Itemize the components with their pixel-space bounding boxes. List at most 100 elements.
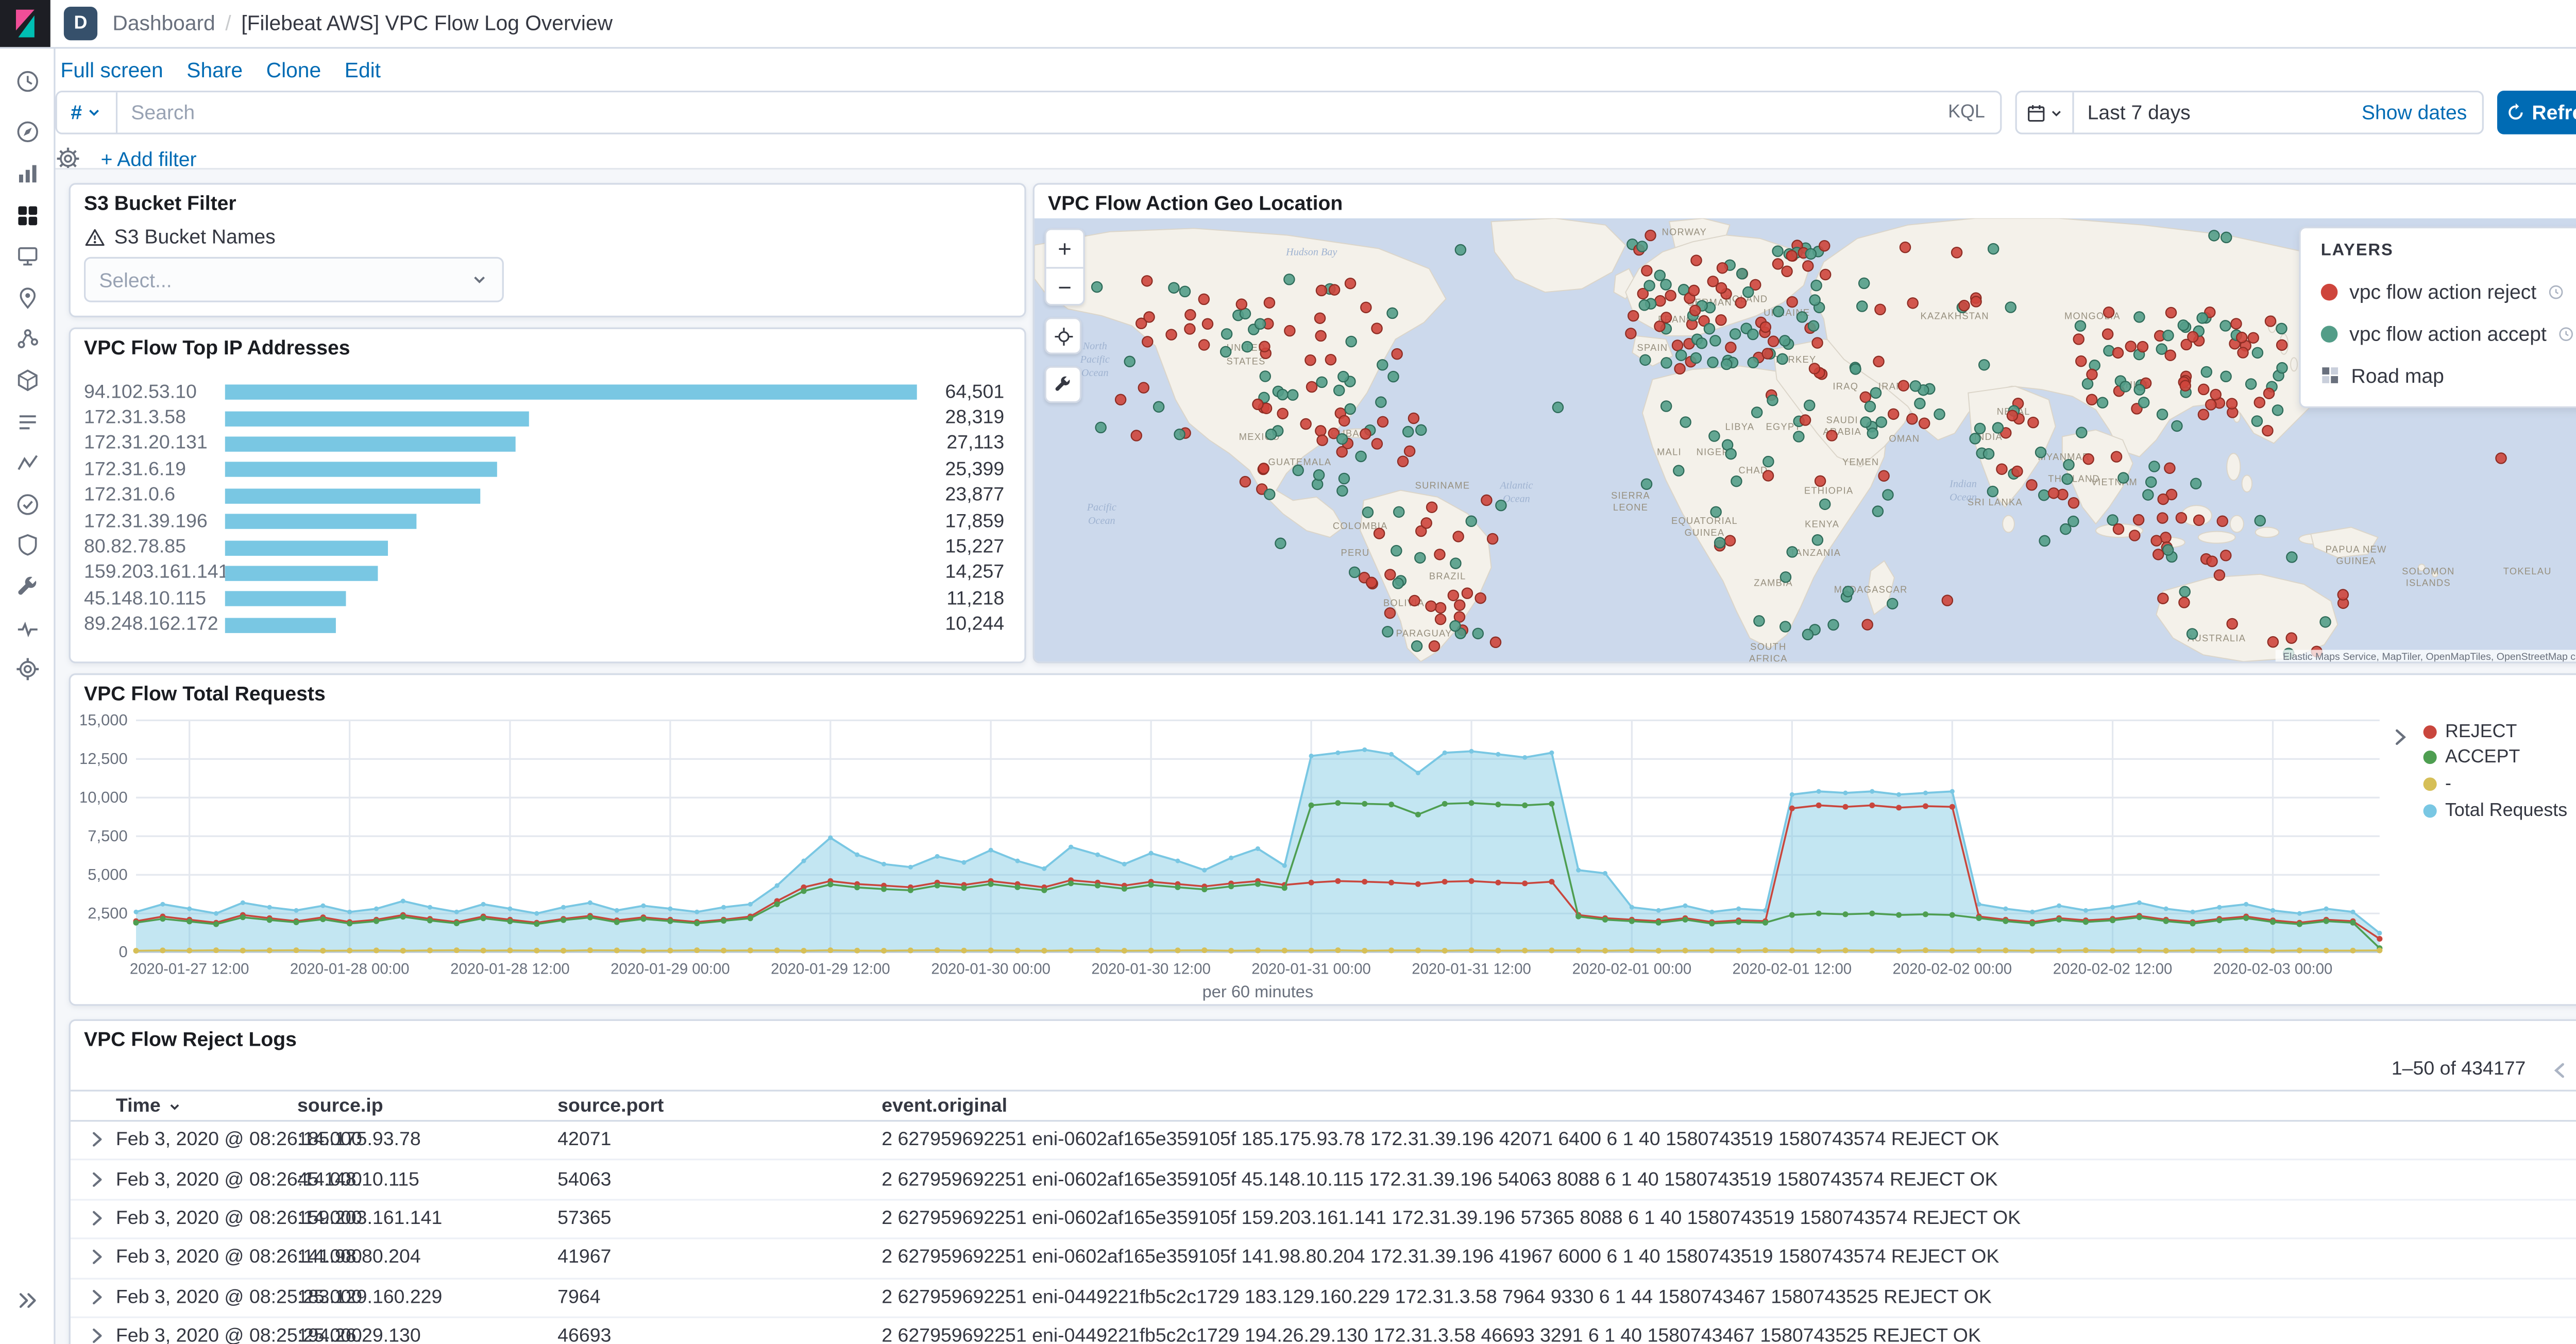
road-map-icon: [2322, 367, 2338, 383]
expand-row-button[interactable]: [84, 1247, 108, 1270]
maps-icon[interactable]: [5, 277, 49, 318]
svg-text:ISLANDS: ISLANDS: [2406, 577, 2451, 588]
bar-row: 172.31.0.6 23,877: [84, 483, 1004, 508]
bar-category-label: 45.148.10.115: [83, 589, 206, 609]
legend-item[interactable]: Total Requests 1,226: [2423, 797, 2576, 824]
refresh-button[interactable]: Refresh: [2497, 91, 2576, 134]
layer-item[interactable]: vpc flow action accept: [2301, 312, 2576, 354]
map-attribution: Elastic Maps Service, MapTiler, OpenMapT…: [2276, 650, 2576, 662]
app-header: D Dashboard / [Filebeat AWS] VPC Flow Lo…: [0, 0, 2576, 49]
bar[interactable]: [225, 488, 481, 504]
svg-text:AFRICA: AFRICA: [1749, 653, 1788, 663]
svg-text:Ocean: Ocean: [1081, 367, 1109, 379]
apm-icon[interactable]: [5, 442, 49, 483]
column-header-time[interactable]: Time: [116, 1096, 297, 1116]
chevron-down-icon: [474, 276, 485, 284]
expand-row-button[interactable]: [84, 1286, 108, 1309]
svg-text:ETHIOPIA: ETHIOPIA: [1804, 485, 1854, 496]
dev-tools-icon[interactable]: [5, 566, 49, 607]
calendar-icon: [2028, 104, 2045, 121]
total-requests-chart[interactable]: 0 2,500 5,000 7,500 10,000 12,500 15,000 2020-0…: [80, 712, 2418, 1006]
management-icon[interactable]: [5, 649, 49, 690]
bar-row: 159.203.161.141 14,257: [84, 560, 1004, 586]
svg-text:5,000: 5,000: [88, 865, 127, 883]
bar[interactable]: [225, 540, 388, 555]
geo-location-panel: VPC Flow Action Geo Location NORWAY STAT…: [1032, 183, 2576, 664]
search-input[interactable]: [117, 92, 1948, 133]
total-requests-panel: VPC Flow Total Requests 0 2,500 5,000 7,500…: [69, 673, 2576, 1006]
expand-row-button[interactable]: [84, 1168, 108, 1192]
collapse-legend-icon[interactable]: [2388, 725, 2412, 749]
svg-text:2020-01-31 12:00: 2020-01-31 12:00: [1412, 961, 1531, 978]
zoom-in-button[interactable]: +: [1046, 230, 1083, 267]
previous-page-icon[interactable]: [2543, 1053, 2576, 1086]
saved-query-menu-button[interactable]: #: [57, 92, 118, 133]
cell-source-ip: 45.148.10.115: [297, 1169, 419, 1190]
cell-time: Feb 3, 2020 @ 08:25:25.000: [115, 1326, 362, 1344]
svg-text:IRAQ: IRAQ: [1833, 381, 1858, 392]
svg-text:12,500: 12,500: [80, 750, 127, 768]
column-header-event-original[interactable]: event.original: [882, 1096, 2576, 1116]
show-dates-button[interactable]: Show dates: [2362, 101, 2482, 125]
recently-viewed-icon[interactable]: [5, 60, 49, 101]
bar[interactable]: [225, 566, 378, 581]
svg-text:VIETNAM: VIETNAM: [2091, 477, 2138, 487]
add-filter-button[interactable]: + Add filter: [101, 147, 197, 171]
expand-row-button[interactable]: [84, 1207, 108, 1231]
svg-text:SOUTH: SOUTH: [1750, 641, 1786, 652]
map-tools-button[interactable]: [1044, 366, 1082, 403]
layer-item[interactable]: Road map: [2301, 354, 2576, 396]
expand-navigation-icon[interactable]: [5, 1280, 49, 1321]
full-screen-link[interactable]: Full screen: [60, 59, 163, 82]
svg-text:2020-02-01 12:00: 2020-02-01 12:00: [1733, 961, 1852, 978]
bar[interactable]: [225, 385, 917, 400]
chevron-down-icon: [2052, 110, 2061, 116]
cell-event-original: 2 627959692251 eni-0602af165e359105f 185…: [882, 1130, 1999, 1151]
refresh-icon: [2508, 103, 2522, 120]
kibana-logo[interactable]: [0, 0, 50, 47]
expand-row-button[interactable]: [84, 1325, 108, 1344]
dashboard-icon[interactable]: [5, 194, 49, 235]
siem-icon[interactable]: [5, 525, 49, 566]
svg-text:GUINEA: GUINEA: [1685, 527, 1725, 538]
legend-item[interactable]: - 110: [2423, 771, 2576, 797]
zoom-out-button[interactable]: −: [1046, 267, 1083, 304]
quick-select-button[interactable]: [2017, 92, 2074, 133]
column-header-source-ip[interactable]: source.ip: [297, 1096, 557, 1116]
breadcrumb-dashboard[interactable]: Dashboard: [112, 12, 215, 36]
visualize-icon[interactable]: [5, 153, 49, 194]
discover-icon[interactable]: [5, 112, 49, 153]
bar[interactable]: [225, 411, 529, 426]
s3-bucket-select[interactable]: Select...: [83, 257, 504, 302]
cell-event-original: 2 627959692251 eni-0602af165e359105f 141…: [882, 1248, 1999, 1269]
legend-item[interactable]: ACCEPT 253: [2423, 745, 2576, 771]
svg-text:SIERRA: SIERRA: [1611, 490, 1650, 501]
logs-icon[interactable]: [5, 401, 49, 442]
machine-learning-icon[interactable]: [5, 318, 49, 360]
bar[interactable]: [225, 514, 417, 530]
svg-text:2020-02-03 00:00: 2020-02-03 00:00: [2213, 961, 2333, 978]
bar[interactable]: [225, 617, 335, 633]
legend-item[interactable]: REJECT 863: [2423, 719, 2576, 745]
svg-text:2020-02-02 12:00: 2020-02-02 12:00: [2053, 961, 2173, 978]
expand-row-button[interactable]: [84, 1129, 108, 1152]
bar-row: 172.31.3.58 28,319: [84, 405, 1004, 431]
clone-link[interactable]: Clone: [266, 59, 321, 82]
space-badge[interactable]: D: [63, 7, 98, 41]
bar[interactable]: [225, 436, 516, 452]
stack-monitoring-icon[interactable]: [5, 607, 49, 649]
bar[interactable]: [225, 462, 498, 478]
column-header-source-port[interactable]: source.port: [557, 1096, 882, 1116]
time-range-value[interactable]: Last 7 days: [2074, 101, 2362, 125]
metrics-icon[interactable]: [5, 360, 49, 401]
share-link[interactable]: Share: [187, 59, 243, 82]
pagination: 1–50 of 434177: [71, 1054, 2576, 1085]
uptime-icon[interactable]: [5, 484, 49, 525]
bar[interactable]: [225, 591, 346, 607]
fit-to-data-button[interactable]: [1044, 317, 1082, 354]
query-language-button[interactable]: KQL: [1948, 103, 2000, 123]
edit-link[interactable]: Edit: [345, 59, 381, 82]
canvas-icon[interactable]: [5, 236, 49, 277]
cell-source-ip: 185.175.93.78: [297, 1130, 421, 1151]
layer-item[interactable]: vpc flow action reject: [2301, 270, 2576, 312]
